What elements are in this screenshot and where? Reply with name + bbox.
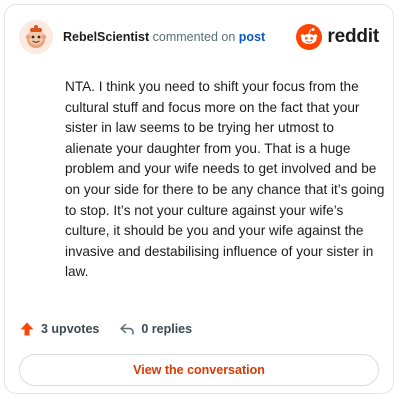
upvote-arrow-icon [20,322,34,336]
reddit-brand[interactable]: reddit [296,24,379,50]
comment-actions: 3 upvotes 0 replies [19,319,192,339]
reply-button[interactable]: 0 replies [119,321,192,337]
reply-count: 0 replies [141,322,193,336]
user-avatar[interactable] [19,20,53,54]
comment-header: RebelScientist commented on post reddit [19,17,379,57]
comment-card: RebelScientist commented on post reddit … [4,4,394,394]
snoo-avatar-icon [25,25,47,48]
reddit-logo-icon [296,24,323,50]
username-link[interactable]: RebelScientist [63,30,149,44]
upvote-button[interactable]: 3 upvotes [19,321,99,337]
post-link[interactable]: post [239,30,265,44]
upvote-count: 3 upvotes [41,322,100,336]
comment-body: NTA. I think you need to shift your focu… [65,79,385,280]
reply-arrow-icon [120,323,135,335]
comment-meta: RebelScientist commented on post [63,30,265,44]
action-text: commented on [152,30,236,44]
brand-name: reddit [327,26,379,47]
view-conversation-button[interactable]: View the conversation [19,354,379,386]
